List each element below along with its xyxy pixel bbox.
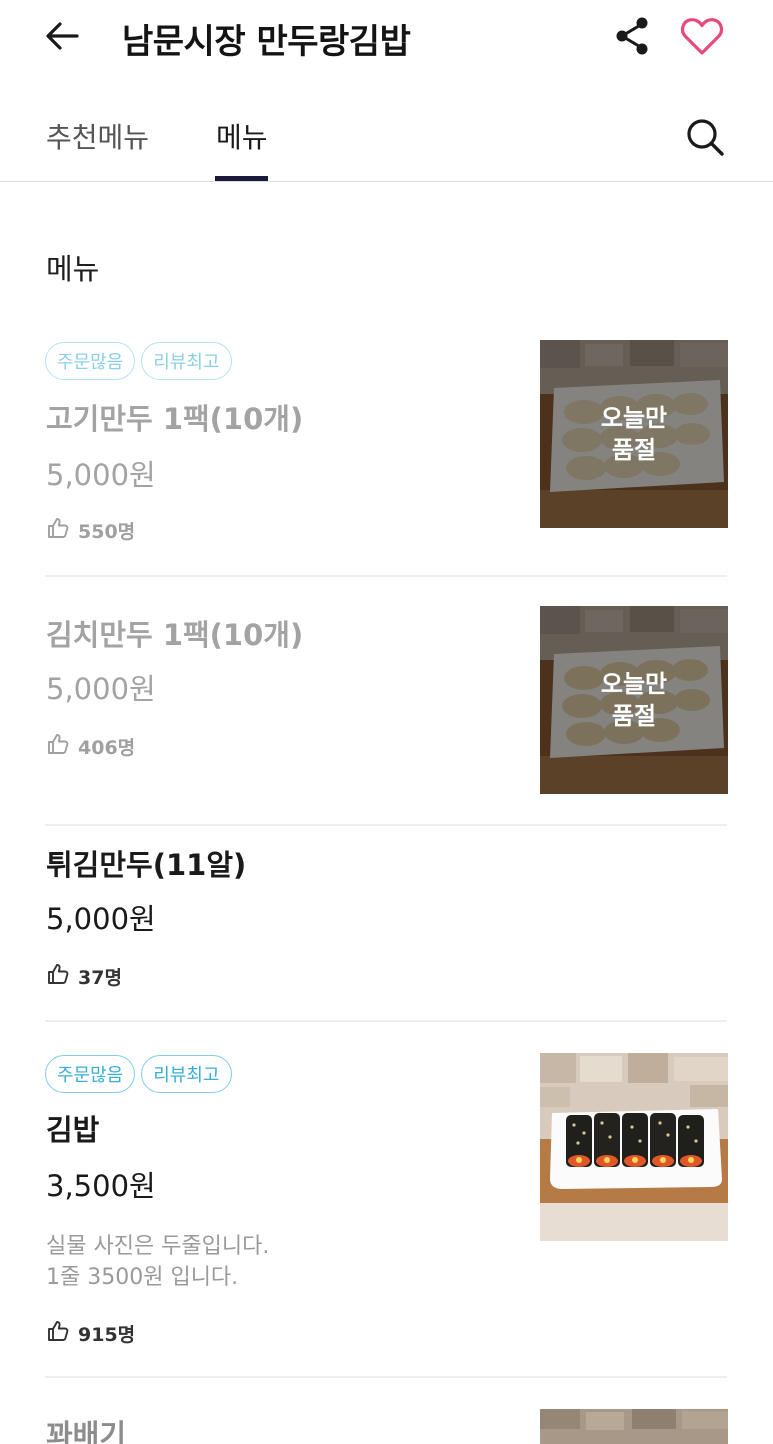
badge-group: 주문많음 리뷰최고 — [45, 342, 232, 380]
thumbs-up-icon — [46, 516, 70, 545]
divider — [45, 1376, 727, 1378]
back-button[interactable] — [40, 18, 84, 58]
page-title: 남문시장 만두랑김밥 — [122, 22, 411, 62]
search-button[interactable] — [682, 116, 728, 162]
like-count-text: 37명 — [78, 967, 122, 989]
menu-item-price: 5,000원 — [46, 458, 156, 492]
like-count-text: 915명 — [78, 1324, 136, 1346]
menu-item-photo: 오늘만 품절 — [540, 606, 728, 794]
thumbs-up-icon — [46, 1319, 70, 1348]
section-title: 메뉴 — [46, 252, 100, 286]
like-count-text: 550명 — [78, 521, 136, 543]
share-button[interactable] — [610, 16, 654, 60]
menu-item[interactable]: 김치만두 1팩(10개) 5,000원 406명 오늘만 품절 — [0, 606, 773, 824]
heart-outline-icon — [680, 16, 724, 60]
menu-item[interactable]: 주문많음 리뷰최고 김밥 3,500원 실물 사진은 두줄입니다. 1줄 350… — [0, 1053, 773, 1377]
menu-item-description-line: 1줄 3500원 입니다. — [46, 1265, 239, 1290]
search-icon — [685, 117, 725, 161]
tab-bar: 추천메뉴 메뉴 — [0, 96, 773, 182]
menu-item-price: 3,500원 — [46, 1169, 156, 1203]
menu-item-name: 고기만두 1팩(10개) — [46, 402, 304, 436]
share-icon — [613, 16, 651, 60]
like-count: 550명 — [46, 516, 135, 545]
badge-popular-order: 주문많음 — [45, 342, 136, 380]
sold-out-overlay: 오늘만 품절 — [540, 606, 728, 794]
like-count: 406명 — [46, 732, 135, 761]
menu-item-name: 김밥 — [46, 1113, 100, 1147]
divider — [45, 575, 727, 577]
badge-best-review: 리뷰최고 — [141, 342, 232, 380]
badge-best-review: 리뷰최고 — [141, 1055, 232, 1093]
menu-item-photo: 오늘만 품절 — [540, 340, 728, 528]
menu-item-name: 꽈배기 — [46, 1418, 127, 1444]
menu-item[interactable]: 꽈배기 — [0, 1406, 773, 1444]
menu-item-name: 튀김만두(11알) — [46, 848, 247, 882]
tab-recommended[interactable]: 추천메뉴 — [46, 116, 149, 156]
menu-item[interactable]: 튀김만두(11알) 5,000원 37명 — [0, 838, 773, 1020]
divider — [45, 824, 727, 826]
menu-item-name: 김치만두 1팩(10개) — [46, 618, 304, 652]
menu-item-description-line: 실물 사진은 두줄입니다. — [46, 1234, 270, 1259]
arrow-left-icon — [45, 21, 79, 55]
menu-item-photo — [540, 1053, 728, 1241]
like-count: 915명 — [46, 1319, 135, 1348]
app-header: 남문시장 만두랑김밥 — [0, 0, 773, 80]
menu-item-price: 5,000원 — [46, 902, 156, 936]
active-tab-indicator — [215, 176, 268, 181]
thumbs-up-icon — [46, 732, 70, 761]
menu-item-photo — [540, 1409, 728, 1444]
badge-popular-order: 주문많음 — [45, 1055, 136, 1093]
badge-group: 주문많음 리뷰최고 — [45, 1055, 232, 1093]
like-count: 37명 — [46, 962, 122, 991]
divider — [45, 1020, 727, 1022]
like-count-text: 406명 — [78, 737, 136, 759]
menu-item[interactable]: 주문많음 리뷰최고 고기만두 1팩(10개) 5,000원 550명 오늘만 품… — [0, 340, 773, 576]
tab-menu[interactable]: 메뉴 — [216, 116, 268, 156]
thumbs-up-icon — [46, 962, 70, 991]
sold-out-overlay: 오늘만 품절 — [540, 340, 728, 528]
menu-item-price: 5,000원 — [46, 672, 156, 706]
favorite-button[interactable] — [678, 16, 726, 60]
